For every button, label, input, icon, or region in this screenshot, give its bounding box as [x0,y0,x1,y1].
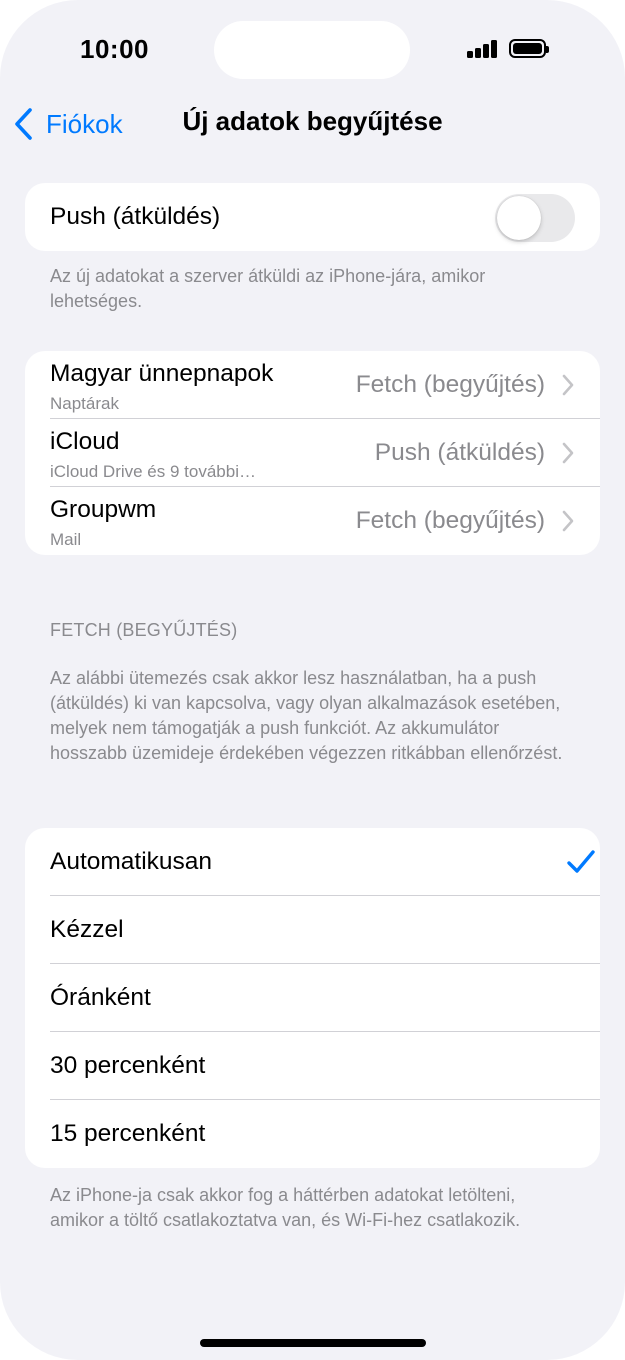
push-footer: Az új adatokat a szerver átküldi az iPho… [50,266,486,311]
account-fetch-value: Push (átküldés) [374,439,545,466]
account-subtitle: Naptárak [50,394,119,413]
fetch-footer: Az iPhone-ja csak akkor fog a háttérben … [50,1185,521,1230]
account-fetch-value: Fetch (begyűjtés) [355,507,545,534]
toggle-knob [497,196,541,240]
fetch-option-label: 30 percenként [50,1052,206,1079]
account-name: Magyar ünnepnapok [50,360,274,387]
chevron-right-icon [562,510,574,532]
account-subtitle: iCloud Drive és 9 további… [50,462,256,481]
fetch-option-30-percenkent[interactable]: 30 percenként [25,1032,600,1100]
fetch-option-kezzel[interactable]: Kézzel [25,896,600,964]
account-subtitle: Mail [50,530,82,549]
account-fetch-value: Fetch (begyűjtés) [355,371,545,398]
fetch-option-label: Automatikusan [50,848,213,875]
fetch-section-header: FETCH (BEGYŰJTÉS) [50,620,238,640]
fetch-option-15-percenkent[interactable]: 15 percenként [25,1100,600,1168]
home-indicator[interactable] [200,1339,426,1347]
chevron-right-icon [562,374,574,396]
account-row-icloud[interactable]: iCloud iCloud Drive és 9 további… Push (… [25,419,600,487]
checkmark-icon [567,850,595,873]
fetch-option-label: Óránként [50,984,151,1011]
push-label: Push (átküldés) [50,203,221,230]
page-title: Új adatok begyűjtése [0,106,625,137]
status-time: 10:00 [80,34,149,64]
signal-icon [467,40,499,58]
push-group: Push (átküldés) [25,183,600,251]
fetch-options-group: Automatikusan Kézzel Óránként 30 percenk… [25,828,600,1168]
fetch-option-label: 15 percenként [50,1120,206,1147]
account-row-magyar-unnepnapok[interactable]: Magyar ünnepnapok Naptárak Fetch (begyűj… [25,351,600,419]
battery-icon [509,39,549,58]
accounts-group: Magyar ünnepnapok Naptárak Fetch (begyűj… [25,351,600,555]
page-title-text: Új adatok begyűjtése [182,106,443,136]
push-row: Push (átküldés) [25,183,600,251]
phone-screen: 10:00 Fiókok Új adatok begyűjtése Push (… [0,0,625,1360]
fetch-option-orankent[interactable]: Óránként [25,964,600,1032]
push-toggle[interactable] [495,194,575,242]
fetch-description: Az alábbi ütemezés csak akkor lesz haszn… [50,668,563,763]
account-row-groupwm[interactable]: Groupwm Mail Fetch (begyűjtés) [25,487,600,555]
fetch-option-label: Kézzel [50,916,124,943]
account-name: Groupwm [50,496,157,523]
chevron-right-icon [562,442,574,464]
dynamic-island [214,21,410,79]
fetch-option-automatikusan[interactable]: Automatikusan [25,828,600,896]
account-name: iCloud [50,428,120,455]
